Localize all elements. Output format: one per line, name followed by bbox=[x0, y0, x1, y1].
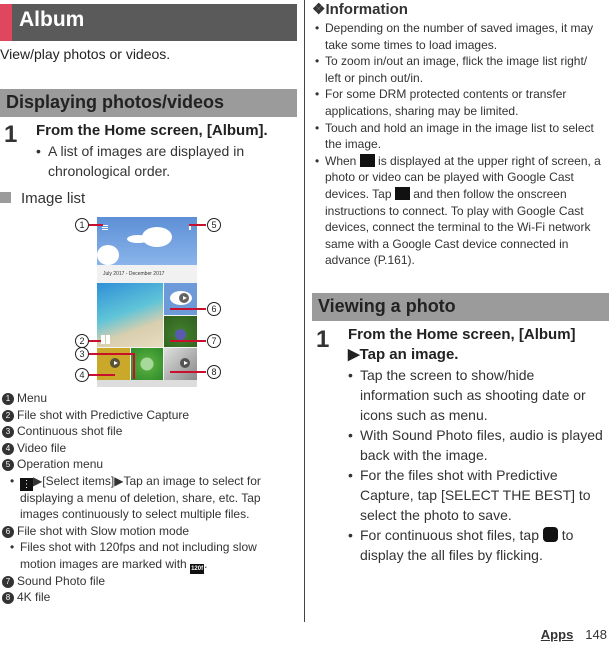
note-line: displaying a menu of deletion, share, et… bbox=[20, 490, 261, 505]
callout-5: 5 bbox=[207, 218, 221, 232]
slow-motion-note: • Files shot with 120fps and not includin… bbox=[10, 540, 257, 555]
step-text-2: ▶Tap an image. bbox=[348, 346, 459, 363]
legend-item: 2 File shot with Predictive Capture bbox=[2, 408, 189, 422]
operation-menu-note: • ⋮ ▶[Select items]▶Tap an image to selec… bbox=[10, 474, 261, 491]
step-text: From the Home screen, [Album]. bbox=[36, 122, 268, 139]
header-photo bbox=[97, 217, 197, 265]
4k-file-thumb[interactable] bbox=[164, 348, 197, 380]
legend-item: 1 Menu bbox=[2, 391, 47, 405]
page-footer: Apps 148 bbox=[541, 627, 607, 642]
page-title: Album bbox=[19, 8, 85, 31]
lead-text: View/play photos or videos. bbox=[0, 46, 171, 62]
section-heading-viewing: Viewing a photo bbox=[312, 293, 609, 321]
view-bullet: • For the files shot with Predictive Captu… bbox=[348, 467, 591, 523]
legend-item: 7 Sound Photo file bbox=[2, 574, 105, 588]
square-bullet-icon bbox=[0, 192, 11, 203]
beach-photo[interactable] bbox=[97, 283, 163, 347]
callout-4: 4 bbox=[75, 368, 89, 382]
information-list: • Depending on the number of saved images… bbox=[315, 20, 609, 269]
callout-2: 2 bbox=[75, 334, 89, 348]
continuous-shot-thumb[interactable] bbox=[131, 348, 163, 380]
legend-item: 3 Continuous shot file bbox=[2, 424, 122, 439]
title-accent bbox=[0, 4, 12, 41]
info-bullet: • To zoom in/out an image, flick the imag… bbox=[315, 54, 588, 85]
footer-section-link[interactable]: Apps bbox=[541, 627, 574, 642]
cast-bullet: • When is displayed at the upper right o… bbox=[315, 153, 601, 268]
slow-motion-video[interactable] bbox=[164, 283, 197, 315]
legend-item: 6 File shot with Slow motion mode bbox=[2, 524, 189, 538]
legend-item: 5 Operation menu bbox=[2, 457, 103, 472]
callout-7: 7 bbox=[207, 334, 221, 348]
step-text: From the Home screen, [Album] bbox=[348, 326, 576, 343]
step-bullet: • A list of images are displayed in chron… bbox=[36, 143, 245, 179]
callout-8: 8 bbox=[207, 365, 221, 379]
callout-3: 3 bbox=[75, 347, 89, 361]
information-heading: ❖Information bbox=[312, 1, 408, 18]
120fps-badge-icon: 120f bbox=[190, 564, 205, 574]
note-line: images continuously to select multiple f… bbox=[20, 507, 250, 522]
slow-motion-note-2: motion images are marked with 120f. bbox=[20, 557, 208, 574]
section-heading-displaying: Displaying photos/videos bbox=[0, 89, 297, 117]
info-bullet: • Depending on the number of saved images… bbox=[315, 21, 594, 52]
step-number: 1 bbox=[4, 121, 18, 148]
section-title: Displaying photos/videos bbox=[6, 92, 225, 112]
subheading-image-list: Image list bbox=[0, 190, 85, 207]
cast-icon bbox=[359, 153, 375, 167]
legend-item: 8 4K file bbox=[2, 590, 50, 605]
cast-icon bbox=[394, 186, 410, 200]
info-bullet: • Touch and hold an image in the image li… bbox=[315, 120, 594, 152]
legend-item: 4 Video file bbox=[2, 441, 66, 455]
continuous-shot-icon bbox=[542, 527, 558, 542]
info-bullet: • For some DRM protected contents or tran… bbox=[315, 87, 567, 118]
nav-bar bbox=[97, 380, 197, 387]
callout-1: 1 bbox=[75, 218, 89, 232]
view-bullet: • Tap the screen to show/hide information … bbox=[348, 367, 586, 423]
date-range: July 2017 - December 2017 bbox=[97, 265, 197, 283]
page-number: 148 bbox=[585, 627, 607, 642]
sound-photo[interactable] bbox=[164, 316, 197, 347]
column-divider bbox=[304, 0, 305, 622]
album-screenshot: July 2017 - December 2017 bbox=[97, 217, 197, 387]
diamond-icon: ❖ bbox=[312, 1, 326, 18]
page-title-bar: Album bbox=[0, 4, 297, 41]
view-bullet: • With Sound Photo files, audio is played… bbox=[348, 427, 603, 463]
view-bullet: • For continuous shot files, tap to disp… bbox=[348, 527, 574, 563]
callout-6: 6 bbox=[207, 302, 221, 316]
predictive-capture-icon bbox=[101, 335, 110, 344]
step-number: 1 bbox=[316, 326, 330, 353]
section-title: Viewing a photo bbox=[318, 296, 456, 316]
overflow-menu-icon: ⋮ bbox=[20, 478, 33, 491]
view-bullets: • Tap the screen to show/hide information … bbox=[348, 365, 609, 565]
